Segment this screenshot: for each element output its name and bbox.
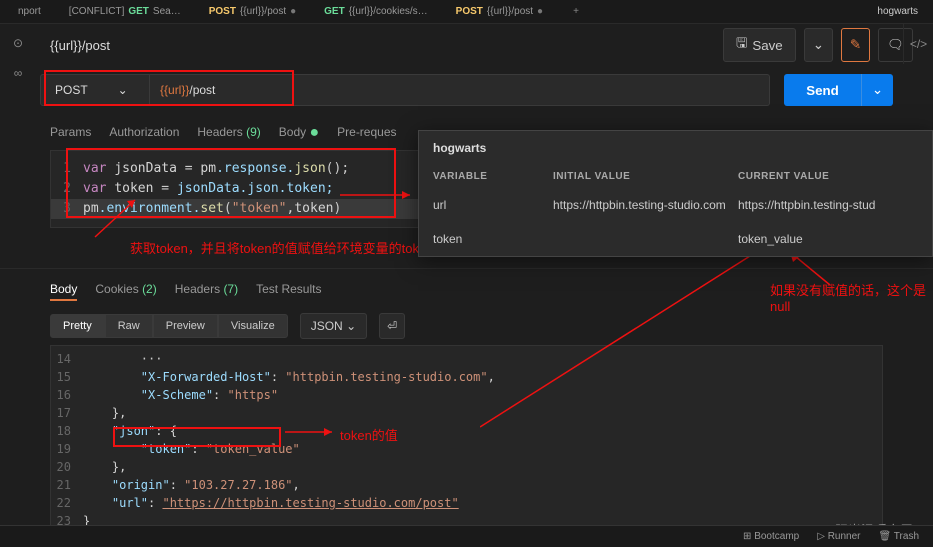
line-number: 3 bbox=[51, 199, 83, 219]
tab-authorization[interactable]: Authorization bbox=[109, 122, 179, 142]
th-variable: VARIABLE bbox=[433, 171, 553, 182]
line-number: 1 bbox=[51, 159, 83, 179]
save-label: Save bbox=[752, 38, 782, 53]
chevron-down-icon: ⌄ bbox=[872, 82, 883, 97]
tab-headers[interactable]: Headers (9) bbox=[197, 122, 260, 142]
request-row: POST ⌄ {{url}}/post Send ⌄ bbox=[0, 66, 933, 114]
dot-icon: ● bbox=[290, 6, 296, 17]
sidebar-icon[interactable]: ⊙ bbox=[13, 36, 23, 50]
env-cur: token_value bbox=[738, 232, 918, 246]
tab-body[interactable]: Body ● bbox=[279, 122, 319, 142]
send-button[interactable]: Send bbox=[784, 74, 861, 106]
tab-params[interactable]: Params bbox=[50, 122, 91, 142]
conflict-label: [CONFLICT] bbox=[69, 6, 125, 17]
tab-headers[interactable]: Headers (7) bbox=[175, 279, 238, 301]
tab1-label: {{url}}/post bbox=[240, 6, 286, 17]
save-button[interactable]: 🖫 Save bbox=[723, 28, 796, 62]
env-title: hogwarts bbox=[419, 131, 932, 165]
annotation-text: 如果没有赋值的话，这个是null bbox=[770, 280, 930, 314]
url-path: /post bbox=[189, 83, 215, 97]
view-visualize[interactable]: Visualize bbox=[218, 314, 288, 338]
runner-button[interactable]: ▷ Runner bbox=[817, 531, 860, 542]
th-initial: INITIAL VALUE bbox=[553, 171, 738, 182]
env-row[interactable]: url https://httpbin.testing-studio.com h… bbox=[419, 188, 932, 222]
view-raw[interactable]: Raw bbox=[105, 314, 153, 338]
url-variable: {{url}} bbox=[160, 83, 189, 97]
save-icon: 🖫 bbox=[736, 34, 747, 56]
chevron-down-icon: ⌄ bbox=[118, 83, 128, 97]
right-sidebar: </> bbox=[903, 24, 933, 64]
env-row[interactable]: token token_value bbox=[419, 222, 932, 256]
post-badge-icon: POST bbox=[209, 6, 236, 17]
send-dropdown[interactable]: ⌄ bbox=[861, 74, 893, 106]
view-pretty[interactable]: Pretty bbox=[50, 314, 105, 338]
environment-popup: hogwarts VARIABLE INITIAL VALUE CURRENT … bbox=[418, 130, 933, 257]
wrap-icon: ⏎ bbox=[387, 319, 397, 333]
post-badge-icon: POST bbox=[456, 6, 483, 17]
tab-cookies[interactable]: Cookies (2) bbox=[95, 279, 156, 301]
save-dropdown[interactable]: ⌄ bbox=[804, 28, 833, 62]
tab-prerequest[interactable]: Pre-reques bbox=[337, 122, 396, 142]
env-header-row: VARIABLE INITIAL VALUE CURRENT VALUE bbox=[419, 165, 932, 188]
add-tab-button[interactable]: + bbox=[563, 6, 589, 17]
tab-1[interactable]: POST {{url}}/post ● bbox=[201, 6, 304, 17]
env-var: url bbox=[433, 198, 553, 212]
code-icon[interactable]: </> bbox=[910, 37, 927, 51]
format-select[interactable]: JSON ⌄ bbox=[300, 313, 367, 339]
chevron-down-icon: ⌄ bbox=[346, 319, 356, 333]
title-actions: 🖫 Save ⌄ ✎ 🗨 bbox=[723, 28, 913, 62]
env-init: https://httpbin.testing-studio.com bbox=[553, 198, 738, 212]
url-input[interactable]: {{url}}/post bbox=[150, 74, 770, 106]
tab2-label: {{url}}/cookies/s… bbox=[349, 6, 428, 17]
import-item[interactable]: nport bbox=[10, 6, 49, 17]
method-select[interactable]: POST ⌄ bbox=[40, 74, 150, 106]
view-preview[interactable]: Preview bbox=[153, 314, 218, 338]
trash-button[interactable]: 🗑 Trash bbox=[879, 531, 919, 542]
th-current: CURRENT VALUE bbox=[738, 171, 918, 182]
method-label: POST bbox=[55, 83, 88, 97]
get-badge-icon: GET bbox=[128, 6, 149, 17]
bootcamp-button[interactable]: ⊞ Bootcamp bbox=[743, 531, 799, 542]
tab-3[interactable]: POST {{url}}/post ● bbox=[448, 6, 551, 17]
wrap-button[interactable]: ⏎ bbox=[379, 313, 405, 339]
pencil-icon: ✎ bbox=[850, 37, 861, 52]
line-number: 2 bbox=[51, 179, 83, 199]
tab3-label: {{url}}/post bbox=[487, 6, 533, 17]
bottom-bar: ⊞ Bootcamp ▷ Runner 🗑 Trash bbox=[0, 525, 933, 547]
tab-test-results[interactable]: Test Results bbox=[256, 279, 321, 301]
annotation-text: 获取token，并且将token的值赋值给环境变量的token bbox=[130, 238, 433, 257]
breadcrumb: {{url}}/post bbox=[50, 38, 110, 53]
sea-label: Sea… bbox=[153, 6, 181, 17]
comment-icon: 🗨 bbox=[887, 37, 904, 52]
env-init bbox=[553, 232, 738, 246]
dot-icon: ● bbox=[537, 6, 543, 17]
annotation-text: token的值 bbox=[340, 425, 398, 444]
env-var: token bbox=[433, 232, 553, 246]
edit-button[interactable]: ✎ bbox=[841, 28, 870, 62]
dot-icon: ● bbox=[309, 129, 319, 137]
tab-2[interactable]: GET {{url}}/cookies/s… bbox=[316, 6, 436, 17]
chevron-down-icon: ⌄ bbox=[813, 37, 824, 52]
top-tabs: nport [CONFLICT] GET Sea… POST {{url}}/p… bbox=[0, 0, 933, 24]
conflict-tab[interactable]: [CONFLICT] GET Sea… bbox=[61, 6, 189, 17]
env-cur: https://httpbin.testing-stud bbox=[738, 198, 918, 212]
get-badge-icon: GET bbox=[324, 6, 345, 17]
tab-body[interactable]: Body bbox=[50, 279, 77, 301]
title-bar: {{url}}/post 🖫 Save ⌄ ✎ 🗨 bbox=[0, 24, 933, 66]
response-body[interactable]: 14 ··· 15 "X-Forwarded-Host": "httpbin.t… bbox=[50, 345, 883, 535]
environment-selector[interactable]: hogwarts bbox=[862, 6, 933, 17]
